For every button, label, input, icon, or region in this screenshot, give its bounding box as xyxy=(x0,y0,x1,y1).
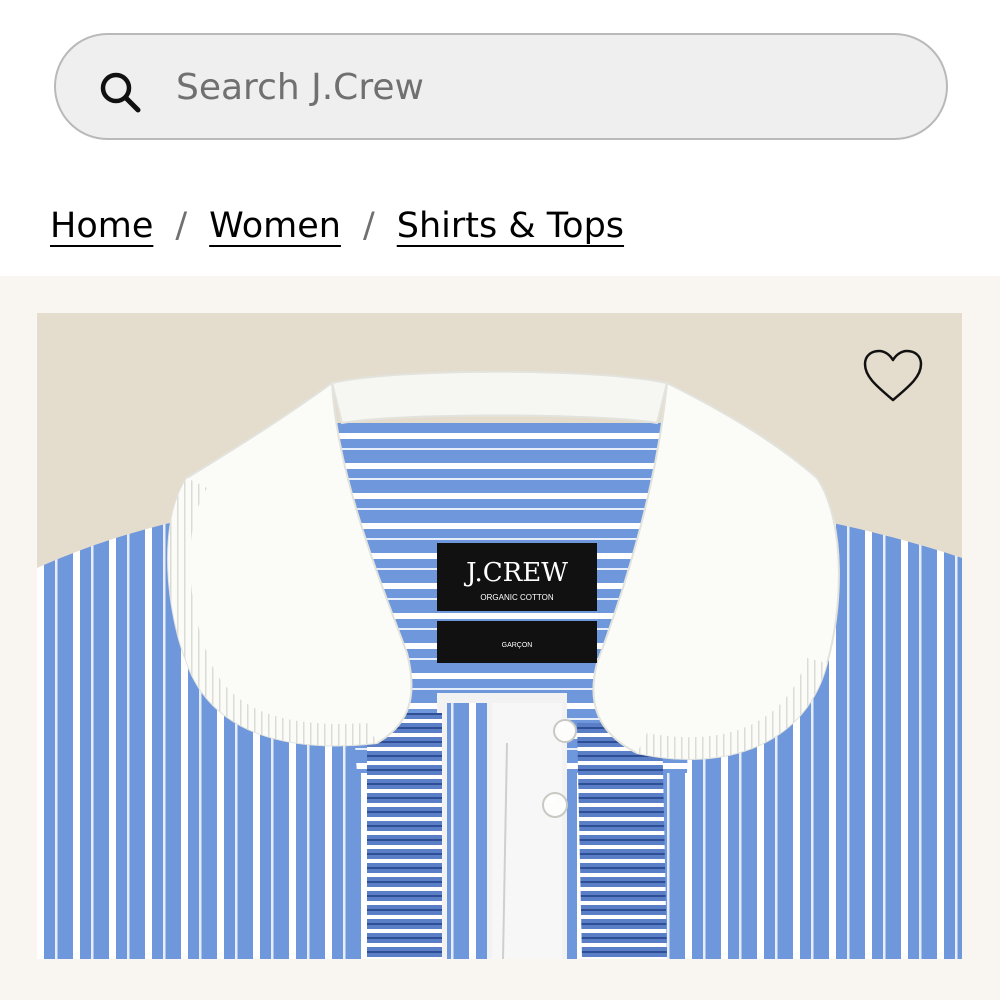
product-photo: J.CREW ORGANIC COTTON GARÇON xyxy=(37,313,962,959)
product-gallery: J.CREW ORGANIC COTTON GARÇON xyxy=(0,276,1000,1000)
breadcrumb-separator: / xyxy=(175,206,188,246)
breadcrumb-separator: / xyxy=(362,206,375,246)
search-input[interactable] xyxy=(176,59,876,115)
label-sub: ORGANIC COTTON xyxy=(480,593,553,602)
breadcrumb: Home / Women / Shirts & Tops xyxy=(50,206,624,246)
search-bar[interactable] xyxy=(54,33,948,140)
breadcrumb-shirts-tops-link[interactable]: Shirts & Tops xyxy=(397,206,624,246)
label-fit: GARÇON xyxy=(502,642,533,649)
search-icon[interactable] xyxy=(98,70,142,114)
page: Home / Women / Shirts & Tops xyxy=(0,0,1000,1000)
label-brand: J.CREW xyxy=(463,558,568,588)
breadcrumb-home-link[interactable]: Home xyxy=(50,206,153,246)
heart-icon[interactable] xyxy=(861,347,925,405)
breadcrumb-women-link[interactable]: Women xyxy=(209,206,341,246)
product-image[interactable]: J.CREW ORGANIC COTTON GARÇON xyxy=(37,313,962,959)
